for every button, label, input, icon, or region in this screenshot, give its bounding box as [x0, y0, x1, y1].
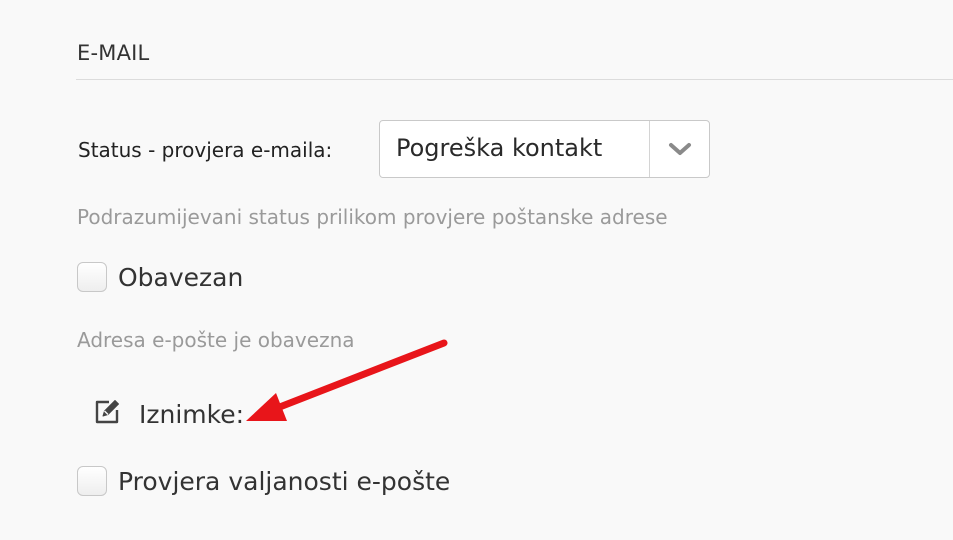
required-checkbox-hint: Adresa e-pošte je obavezna [77, 328, 355, 352]
email-settings-page: E-MAIL Status - provjera e-maila: Pogreš… [0, 0, 953, 540]
edit-icon[interactable] [92, 397, 122, 431]
section-title: E-MAIL [77, 41, 150, 65]
required-checkbox-row[interactable]: Obavezan [77, 262, 243, 292]
status-select[interactable]: Pogreška kontakt [379, 120, 710, 178]
validity-checkbox-row[interactable]: Provjera valjanosti e-pošte [77, 466, 450, 496]
validity-checkbox-label[interactable]: Provjera valjanosti e-pošte [118, 467, 450, 496]
chevron-down-icon[interactable] [650, 121, 710, 177]
validity-checkbox[interactable] [77, 466, 107, 496]
status-field-hint: Podrazumijevani status prilikom provjere… [77, 205, 668, 229]
required-checkbox-label[interactable]: Obavezan [118, 263, 243, 292]
exceptions-link[interactable]: Iznimke: [92, 397, 244, 431]
exceptions-label[interactable]: Iznimke: [139, 400, 244, 429]
status-select-value: Pogreška kontakt [396, 134, 603, 162]
section-divider [76, 79, 953, 80]
status-field-label: Status - provjera e-maila: [78, 138, 333, 162]
required-checkbox[interactable] [77, 262, 107, 292]
